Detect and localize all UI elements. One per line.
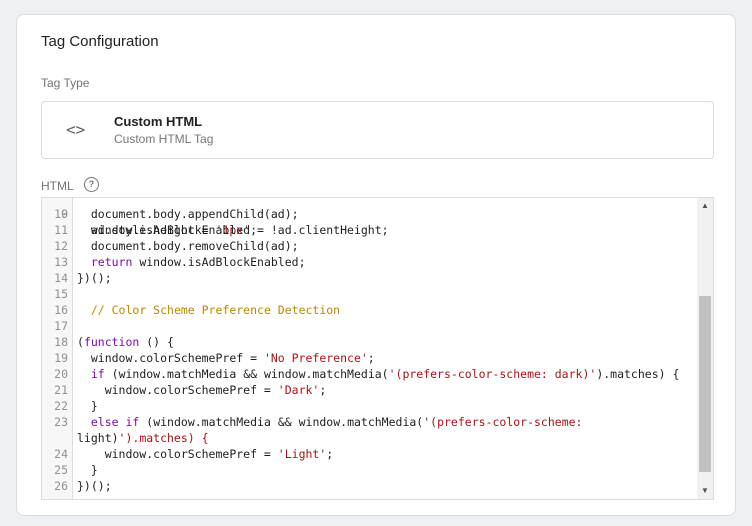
code-brackets-icon: <> [66, 120, 86, 139]
code-text: (function () { [77, 335, 174, 349]
code-text: document.body.appendChild(ad); [77, 207, 299, 221]
line-number: 20 [54, 367, 68, 381]
code-text: window.colorSchemePref = 'Light'; [77, 447, 334, 461]
line-number: 23 [54, 415, 68, 429]
line-number: 16 [54, 303, 68, 317]
line-number: 21 [54, 383, 68, 397]
line-number: 10 [54, 207, 68, 221]
vertical-scrollbar[interactable]: ▲ ▼ [697, 198, 713, 499]
line-number: 22 [54, 399, 68, 413]
code-text: return window.isAdBlockEnabled; [90, 255, 306, 269]
tag-type-subtitle: Custom HTML Tag [114, 132, 214, 146]
code-line: 9 ad.style.height = '1px'; [42, 198, 257, 237]
code-text: // Color Scheme Preference Detection [90, 303, 341, 317]
code-text: else if (window.matchMedia && window.mat… [90, 415, 583, 429]
scroll-down-arrow-icon[interactable]: ▼ [697, 483, 713, 499]
tag-type-label: Tag Type [41, 76, 90, 90]
code-text: window.colorSchemePref = 'Dark'; [77, 383, 327, 397]
line-number: 13 [54, 255, 68, 269]
code-text: if (window.matchMedia && window.matchMed… [90, 367, 680, 381]
code-editor[interactable]: 9 ad.style.height = '1px'; 10 document.b… [41, 197, 714, 500]
line-number: 25 [54, 463, 68, 477]
code-text: document.body.removeChild(ad); [77, 239, 299, 253]
card-title: Tag Configuration [41, 33, 159, 50]
code-text: } [77, 399, 98, 413]
tag-configuration-card: Tag Configuration Tag Type <> Custom HTM… [16, 14, 736, 516]
code-text: })(); [77, 271, 112, 285]
code-text: window.isAdBlockEnabled = !ad.clientHeig… [77, 223, 389, 237]
code-text: } [77, 463, 98, 477]
code-text: })(); [77, 479, 112, 493]
line-number: 12 [54, 239, 68, 253]
scroll-up-arrow-icon[interactable]: ▲ [697, 198, 713, 214]
scrollbar-thumb[interactable] [699, 296, 711, 472]
tag-type-name: Custom HTML [114, 114, 203, 129]
question-circle-icon[interactable]: ? [84, 177, 99, 192]
html-label: HTML [41, 179, 74, 193]
line-number: 24 [54, 447, 68, 461]
line-number: 26 [54, 479, 68, 493]
line-number: 15 [54, 287, 68, 301]
line-number: 11 [54, 223, 68, 237]
tag-type-selector[interactable]: <> Custom HTML Custom HTML Tag [41, 101, 714, 159]
code-text: window.colorSchemePref = 'No Preference'… [77, 351, 375, 365]
code-text: light)').matches) { [77, 431, 209, 445]
line-number: 19 [54, 351, 68, 365]
line-number: 17 [54, 319, 68, 333]
line-number: 18 [54, 335, 68, 349]
code-area[interactable]: 9 ad.style.height = '1px'; 10 document.b… [42, 198, 713, 499]
line-number: 14 [54, 271, 68, 285]
